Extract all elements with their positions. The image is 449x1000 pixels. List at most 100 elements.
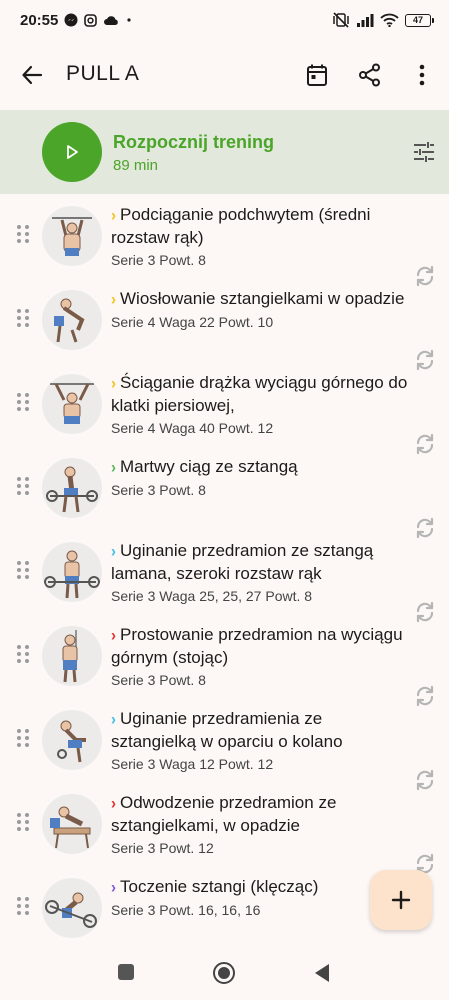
- status-bar: 20:55 47: [0, 0, 449, 40]
- muscle-group-chevron-icon: ›: [111, 290, 116, 309]
- muscle-group-chevron-icon: ›: [111, 374, 116, 393]
- start-workout-title[interactable]: Rozpocznij trening: [113, 132, 274, 153]
- messenger-icon: [64, 13, 78, 27]
- drag-handle-icon[interactable]: [16, 476, 30, 496]
- exercise-name-text: Podciąganie podchwytem (średni rozstaw r…: [111, 205, 371, 247]
- swap-exercise-icon[interactable]: [413, 516, 437, 540]
- muscle-group-chevron-icon: ›: [111, 710, 116, 729]
- exercise-thumbnail: [42, 710, 102, 770]
- plus-icon: [391, 890, 411, 910]
- wifi-icon: [380, 13, 399, 27]
- tune-icon: [414, 142, 434, 162]
- workout-duration: 89 min: [113, 157, 159, 174]
- page-title: PULL A: [66, 62, 140, 85]
- exercise-row[interactable]: › Wiosłowanie sztangielkami w opadzie Seri…: [0, 280, 449, 364]
- exercise-row[interactable]: › Ściąganie drążka wyciągu górnego do kla…: [0, 364, 449, 448]
- exercise-name: › Wiosłowanie sztangielkami w opadzie: [111, 288, 411, 311]
- instagram-icon: [84, 13, 98, 27]
- drag-handle-icon[interactable]: [16, 896, 30, 916]
- muscle-group-chevron-icon: ›: [111, 542, 116, 561]
- tune-button[interactable]: [412, 140, 436, 164]
- swap-exercise-icon[interactable]: [413, 348, 437, 372]
- muscle-group-chevron-icon: ›: [111, 878, 116, 897]
- play-button[interactable]: [42, 122, 102, 182]
- exercise-thumbnail: [42, 458, 102, 518]
- exercise-thumbnail: [42, 626, 102, 686]
- drag-handle-icon[interactable]: [16, 728, 30, 748]
- swap-exercise-icon[interactable]: [413, 684, 437, 708]
- exercise-name-text: Toczenie sztangi (klęcząc): [120, 877, 319, 896]
- drag-handle-icon[interactable]: [16, 392, 30, 412]
- exercise-thumbnail: [42, 206, 102, 266]
- exercise-detail: Serie 4 Waga 40 Powt. 12: [111, 420, 274, 436]
- exercise-name: › Podciąganie podchwytem (średni rozstaw …: [111, 204, 411, 249]
- exercise-detail: Serie 3 Waga 25, 25, 27 Powt. 8: [111, 588, 313, 604]
- exercise-name-text: Ściąganie drążka wyciągu górnego do klat…: [111, 373, 408, 415]
- drag-handle-icon[interactable]: [16, 812, 30, 832]
- exercise-name-text: Uginanie przedramion ze sztangą lamana, …: [111, 541, 374, 583]
- system-back-button[interactable]: [313, 963, 331, 983]
- exercise-thumbnail: [42, 794, 102, 854]
- cloud-icon: [103, 15, 119, 26]
- exercise-name: › Uginanie przedramienia ze sztangielką w…: [111, 708, 411, 753]
- triangle-back-icon: [315, 964, 329, 982]
- add-exercise-button[interactable]: [370, 870, 432, 930]
- more-options-button[interactable]: [410, 61, 434, 89]
- share-button[interactable]: [357, 61, 383, 89]
- arrow-back-icon: [22, 65, 43, 85]
- exercise-detail: Serie 3 Powt. 16, 16, 16: [111, 902, 261, 918]
- exercise-row[interactable]: › Uginanie przedramienia ze sztangielką w…: [0, 700, 449, 784]
- drag-handle-icon[interactable]: [16, 560, 30, 580]
- calendar-button[interactable]: [304, 61, 330, 89]
- exercise-name: › Uginanie przedramion ze sztangą lamana,…: [111, 540, 411, 585]
- exercise-thumbnail: [42, 374, 102, 434]
- exercise-name: › Toczenie sztangi (klęcząc): [111, 876, 411, 899]
- exercise-detail: Serie 3 Powt. 12: [111, 840, 214, 856]
- home-button[interactable]: [213, 962, 235, 984]
- muscle-group-chevron-icon: ›: [111, 206, 116, 225]
- exercise-row[interactable]: › Podciąganie podchwytem (średni rozstaw …: [0, 196, 449, 280]
- swap-exercise-icon[interactable]: [413, 432, 437, 456]
- exercise-name: › Martwy ciąg ze sztangą: [111, 456, 411, 479]
- muscle-group-chevron-icon: ›: [111, 458, 116, 477]
- calendar-icon: [307, 64, 327, 86]
- exercise-detail: Serie 3 Powt. 8: [111, 672, 206, 688]
- exercise-detail: Serie 4 Waga 22 Powt. 10: [111, 314, 274, 330]
- mute-vibrate-icon: [332, 12, 350, 28]
- exercise-row[interactable]: › Prostowanie przedramion na wyciągu górn…: [0, 616, 449, 700]
- exercise-name-text: Uginanie przedramienia ze sztangielką w …: [111, 709, 343, 751]
- signal-icon: [356, 13, 374, 27]
- drag-handle-icon[interactable]: [16, 308, 30, 328]
- exercise-row[interactable]: › Uginanie przedramion ze sztangą lamana,…: [0, 532, 449, 616]
- exercise-name-text: Prostowanie przedramion na wyciągu górny…: [111, 625, 403, 667]
- start-workout-banner[interactable]: Rozpocznij trening 89 min: [0, 110, 449, 194]
- swap-exercise-icon[interactable]: [413, 768, 437, 792]
- exercise-detail: Serie 3 Powt. 8: [111, 252, 206, 268]
- exercise-name-text: Odwodzenie przedramion ze sztangielkami,…: [111, 793, 337, 835]
- system-nav-bar: [0, 946, 449, 1000]
- status-time: 20:55: [20, 11, 59, 29]
- muscle-group-chevron-icon: ›: [111, 626, 116, 645]
- back-button[interactable]: [18, 61, 46, 89]
- dot-icon: [125, 16, 133, 24]
- swap-exercise-icon[interactable]: [413, 600, 437, 624]
- exercise-thumbnail: [42, 878, 102, 938]
- exercise-detail: Serie 3 Powt. 8: [111, 482, 206, 498]
- exercise-name: › Ściąganie drążka wyciągu górnego do kla…: [111, 372, 411, 417]
- home-dot-icon: [218, 967, 230, 979]
- play-icon: [67, 145, 78, 159]
- swap-exercise-icon[interactable]: [413, 264, 437, 288]
- share-icon: [359, 63, 380, 87]
- exercise-name: › Prostowanie przedramion na wyciągu górn…: [111, 624, 411, 669]
- exercise-name-text: Martwy ciąg ze sztangą: [120, 457, 298, 476]
- exercise-thumbnail: [42, 290, 102, 350]
- exercise-row[interactable]: › Martwy ciąg ze sztangą Serie 3 Powt. 8: [0, 448, 449, 532]
- drag-handle-icon[interactable]: [16, 644, 30, 664]
- exercise-row[interactable]: › Odwodzenie przedramion ze sztangielkami…: [0, 784, 449, 868]
- recents-button[interactable]: [118, 964, 134, 980]
- drag-handle-icon[interactable]: [16, 224, 30, 244]
- more-vert-icon: [419, 64, 425, 86]
- muscle-group-chevron-icon: ›: [111, 794, 116, 813]
- exercise-name-text: Wiosłowanie sztangielkami w opadzie: [120, 289, 405, 308]
- exercise-thumbnail: [42, 542, 102, 602]
